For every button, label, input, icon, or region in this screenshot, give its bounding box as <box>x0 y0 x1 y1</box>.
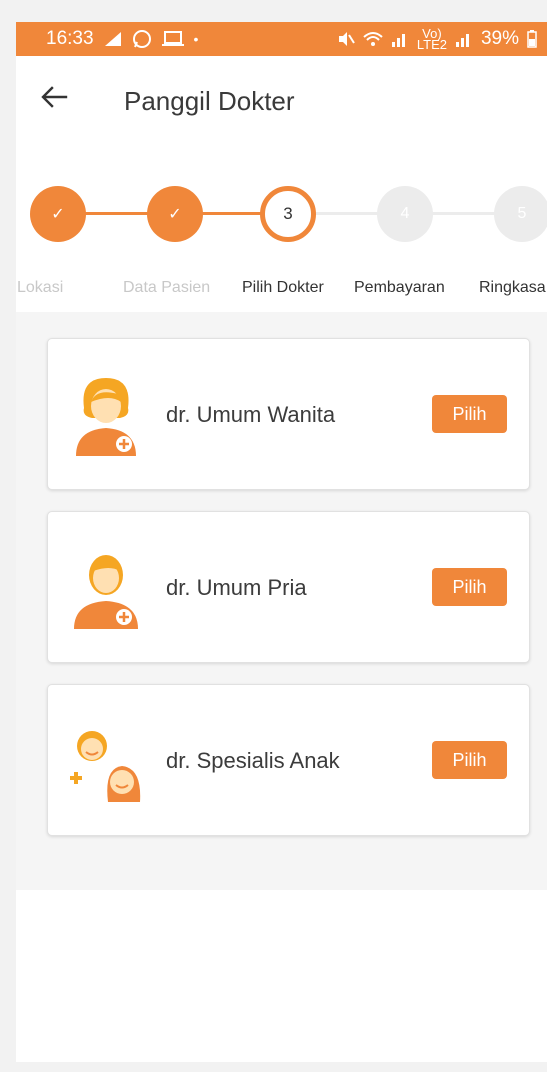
signal-2-icon <box>455 34 469 47</box>
doctor-card-umum-wanita[interactable]: dr. Umum Wanita Pilih <box>47 338 530 490</box>
progress-stepper: ✓ ✓ 3 4 5 Lokasi Data Pasien Pilih Dokte… <box>16 142 547 312</box>
lte-text: LTE2 <box>416 37 447 52</box>
step-number: 5 <box>517 205 527 222</box>
laptop-icon <box>161 31 184 46</box>
doctor-name: dr. Umum Pria <box>166 575 307 600</box>
step-label-ringkasan: Ringkasa <box>479 279 546 296</box>
step-label-lokasi: Lokasi <box>17 279 64 296</box>
check-icon: ✓ <box>51 206 65 223</box>
doctor-name: dr. Spesialis Anak <box>166 748 340 773</box>
status-bar: 16:33 • Vo) LTE2 39% <box>16 22 547 56</box>
lte-label: Vo) LTE2 <box>416 27 447 52</box>
female-doctor-icon <box>76 378 136 456</box>
doctor-name: dr. Umum Wanita <box>166 402 336 427</box>
doctor-card-umum-pria[interactable]: dr. Umum Pria Pilih <box>47 511 530 663</box>
app-bar: Panggil Dokter <box>16 56 547 142</box>
step-number: 4 <box>400 205 410 222</box>
wifi-icon <box>363 32 383 46</box>
battery-percent: 39% <box>480 28 519 49</box>
battery-icon <box>527 30 537 48</box>
step-label-pilih-dokter: Pilih Dokter <box>242 279 324 296</box>
phone-screen: 16:33 • Vo) LTE2 39% Panggil Dokter ✓ ✓ … <box>16 22 547 1062</box>
step-label-data-pasien: Data Pasien <box>123 279 211 296</box>
check-icon: ✓ <box>168 206 182 223</box>
arrow-left-icon[interactable] <box>38 81 70 113</box>
step-label-pembayaran: Pembayaran <box>354 279 445 296</box>
step-1-circle: ✓ <box>30 186 86 242</box>
notification-dot: • <box>193 31 199 47</box>
step-3-circle: 3 <box>260 186 316 242</box>
step-number: 3 <box>283 204 293 223</box>
whatsapp-icon <box>132 30 151 48</box>
step-5-circle: 5 <box>494 186 547 242</box>
pilih-button[interactable]: Pilih <box>432 568 507 606</box>
signal-icon <box>391 34 405 47</box>
male-doctor-icon <box>74 555 138 629</box>
step-2-circle: ✓ <box>147 186 203 242</box>
signal-boost-icon <box>104 32 121 46</box>
page-title: Panggil Dokter <box>124 86 295 116</box>
pilih-button[interactable]: Pilih <box>432 741 507 779</box>
pediatrician-icon <box>70 731 141 802</box>
pilih-button[interactable]: Pilih <box>432 395 507 433</box>
doctor-card-spesialis-anak[interactable]: dr. Spesialis Anak Pilih <box>47 684 530 836</box>
status-time: 16:33 <box>46 28 94 49</box>
doctor-list: dr. Umum Wanita Pilih dr. Umum Pria Pili… <box>16 312 547 890</box>
mute-icon <box>338 32 355 46</box>
step-4-circle: 4 <box>377 186 433 242</box>
